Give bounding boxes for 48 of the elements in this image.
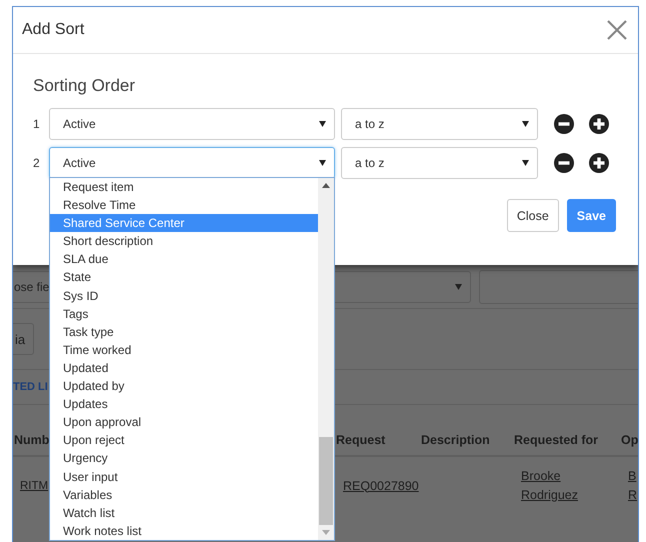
dialog-title: Add Sort [22,21,84,39]
row-number: 1 [33,117,41,131]
caret-icon [522,160,529,166]
column-header: Description [420,433,490,447]
input-field[interactable] [479,270,638,304]
dropdown-option[interactable]: Updates [50,395,318,414]
dropdown-option[interactable]: Urgency [50,449,318,468]
remove-icon[interactable] [554,153,574,173]
close-icon[interactable] [607,20,627,40]
caret-icon [455,284,462,290]
dropdown-option[interactable]: State [50,268,318,287]
column-header: Numb [13,433,50,447]
direction-select[interactable]: a to z [341,108,538,140]
column-header: Requested for [513,433,598,447]
add-icon[interactable] [589,153,609,173]
dropdown-option[interactable]: Resolve Time [50,196,318,214]
scrollbar[interactable] [318,178,334,540]
caret-icon [319,160,326,166]
dropdown-option[interactable]: Task type [50,322,318,341]
scroll-up-icon[interactable] [322,183,330,188]
dropdown-option[interactable]: Watch list [50,504,318,522]
caret-icon [522,121,529,127]
dropdown-option[interactable]: Updated by [50,377,318,396]
column-header: Request [335,433,386,447]
section-title: Sorting Order [33,76,136,96]
dropdown-option[interactable]: Time worked [50,340,318,359]
list-title: TED LI [13,381,48,393]
add-icon[interactable] [589,114,609,134]
select-value: ose fie [14,280,50,294]
scrollbar-thumb[interactable] [319,437,333,525]
column-header: Op [620,433,638,447]
remove-icon[interactable] [554,114,574,134]
dropdown-option[interactable]: Request item [50,178,318,196]
dropdown-option[interactable]: Updated [50,358,318,378]
dropdown-option[interactable]: SLA due [50,250,318,268]
dropdown-option[interactable]: Upon reject [50,431,318,450]
direction-select[interactable]: a to z [341,147,538,179]
dropdown-option[interactable]: Work notes list [50,522,318,540]
dropdown-option[interactable]: Upon approval [50,413,318,432]
caret-icon [319,121,326,127]
dropdown-option[interactable]: Variables [50,486,318,504]
close-button[interactable]: Close [506,199,559,232]
field-select[interactable]: Active [49,108,335,140]
row-number: 2 [33,156,41,170]
dropdown-option[interactable]: User input [50,468,318,486]
dropdown-option[interactable]: Short description [50,232,318,250]
dropdown-option[interactable]: Sys ID [50,286,318,305]
dropdown-option[interactable]: Tags [50,304,318,323]
